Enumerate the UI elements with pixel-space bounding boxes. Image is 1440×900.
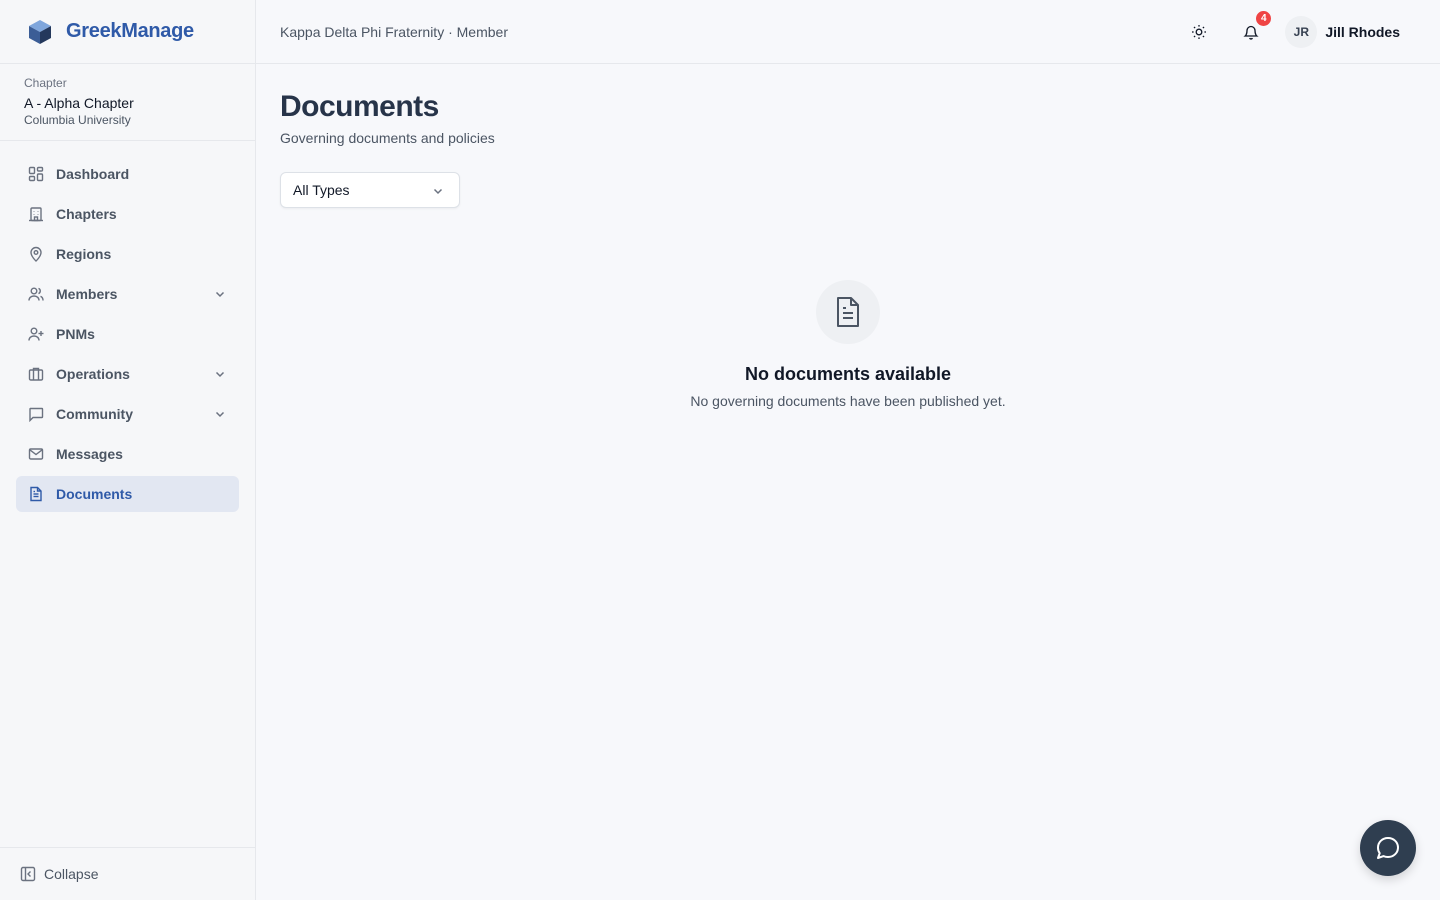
sidebar-item-community[interactable]: Community: [16, 396, 239, 432]
filter-selected-value: All Types: [293, 182, 350, 198]
page-title: Documents: [280, 90, 439, 123]
sidebar-item-pnms[interactable]: PNMs: [16, 316, 239, 352]
notifications-button[interactable]: 4: [1235, 9, 1274, 48]
sidebar-collapse-icon: [20, 866, 36, 882]
empty-state-message: No governing documents have been publish…: [690, 393, 1006, 409]
sidebar-item-label: PNMs: [56, 326, 95, 342]
empty-state-title: No documents available: [744, 364, 952, 384]
sidebar-item-label: Documents: [56, 486, 133, 502]
sidebar-item-label: Chapters: [56, 206, 117, 222]
user-name: Jill Rhodes: [1325, 24, 1400, 40]
briefcase-icon: [28, 366, 44, 382]
sidebar-item-label: Messages: [56, 446, 123, 462]
chat-support-button[interactable]: [1360, 820, 1416, 876]
brand-name: GreekManage: [66, 20, 194, 42]
page-subtitle: Governing documents and policies: [280, 130, 495, 146]
chat-bubble-icon: [1377, 837, 1399, 859]
collapse-label: Collapse: [44, 866, 99, 882]
map-pin-icon: [28, 246, 44, 262]
organization-role-label: Kappa Delta Phi Fraternity · Member: [280, 23, 508, 40]
chevron-down-icon[interactable]: [213, 287, 227, 301]
document-icon: [816, 280, 880, 344]
chevron-down-icon: [433, 188, 443, 195]
sidebar-item-label: Dashboard: [56, 166, 130, 182]
chapter-university: Columbia University: [24, 113, 131, 127]
sidebar-item-dashboard[interactable]: Dashboard: [16, 156, 239, 192]
document-icon: [28, 486, 44, 502]
sidebar: GreekManage Chapter A - Alpha Chapter Co…: [0, 0, 256, 900]
collapse-sidebar-button[interactable]: Collapse: [0, 847, 255, 900]
user-menu[interactable]: JR Jill Rhodes: [1285, 16, 1400, 48]
brand[interactable]: GreekManage: [0, 0, 255, 64]
sidebar-item-regions[interactable]: Regions: [16, 236, 239, 272]
dashboard-grid-icon: [28, 166, 44, 182]
sidebar-item-members[interactable]: Members: [16, 276, 239, 312]
bell-icon: [1243, 25, 1259, 40]
sun-icon: [1192, 25, 1207, 39]
sidebar-item-label: Operations: [56, 366, 130, 382]
sidebar-item-documents[interactable]: Documents: [16, 476, 239, 512]
document-type-filter[interactable]: All Types: [280, 172, 460, 208]
empty-state: No documents available No governing docu…: [280, 280, 1416, 409]
chapter-label: Chapter: [24, 76, 67, 90]
sidebar-item-chapters[interactable]: Chapters: [16, 196, 239, 232]
cube-logo-icon: [29, 19, 51, 44]
theme-toggle-button[interactable]: [1183, 16, 1215, 48]
sidebar-item-label: Regions: [56, 246, 112, 262]
building-icon: [28, 206, 44, 222]
user-plus-icon: [28, 326, 44, 342]
chevron-down-icon[interactable]: [213, 367, 227, 381]
top-header: Kappa Delta Phi Fraternity · Member 4 JR…: [256, 0, 1440, 64]
avatar: JR: [1285, 16, 1318, 48]
chapter-name: A - Alpha Chapter: [24, 95, 134, 111]
sidebar-nav: Dashboard Chapters Regions Members PNMs …: [0, 141, 255, 512]
chevron-down-icon[interactable]: [213, 407, 227, 421]
mail-icon: [28, 446, 44, 462]
chat-square-icon: [28, 406, 44, 422]
sidebar-item-label: Members: [56, 286, 118, 302]
chapter-switcher[interactable]: Chapter A - Alpha Chapter Columbia Unive…: [0, 64, 255, 141]
sidebar-item-label: Community: [56, 406, 133, 422]
sidebar-item-messages[interactable]: Messages: [16, 436, 239, 472]
notification-count-badge: 4: [1254, 9, 1274, 28]
main-content: Documents Governing documents and polici…: [280, 64, 1440, 409]
sidebar-item-operations[interactable]: Operations: [16, 356, 239, 392]
users-icon: [28, 286, 44, 302]
